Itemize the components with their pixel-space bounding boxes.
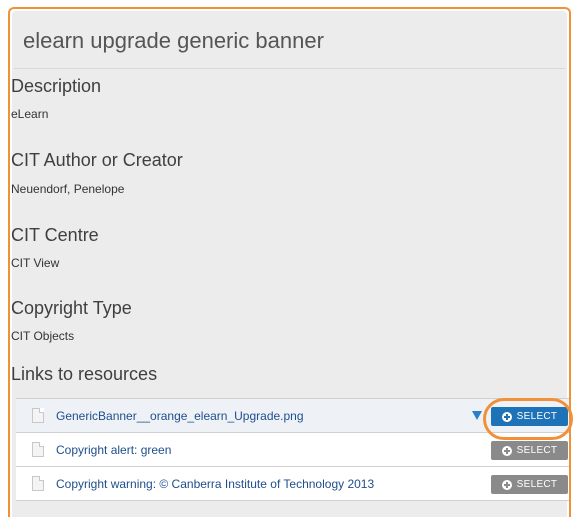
page-title: elearn upgrade generic banner	[23, 28, 324, 53]
list-item: GenericBanner__orange_elearn_Upgrade.png…	[16, 399, 569, 433]
field-value-centre: CIT View	[11, 256, 60, 270]
resource-list: GenericBanner__orange_elearn_Upgrade.png…	[16, 398, 569, 501]
plus-circle-icon	[501, 411, 512, 422]
document-icon	[32, 442, 44, 457]
select-button-label: SELECT	[516, 445, 558, 456]
title-divider	[14, 68, 565, 69]
field-label-copyright-type: Copyright Type	[11, 298, 132, 318]
resource-link[interactable]: GenericBanner__orange_elearn_Upgrade.png	[56, 409, 304, 423]
field-value-author: Neuendorf, Penelope	[11, 182, 125, 196]
document-icon	[32, 408, 44, 423]
field-value-copyright-type: CIT Objects	[11, 329, 75, 343]
plus-circle-icon	[501, 445, 512, 456]
plus-circle-icon	[501, 479, 512, 490]
select-button-label: SELECT	[516, 411, 558, 422]
list-item: Copyright alert: green SELECT	[16, 433, 569, 467]
resource-link[interactable]: Copyright alert: green	[56, 443, 171, 457]
document-icon	[32, 476, 44, 491]
expand-triangle-icon[interactable]	[472, 411, 482, 420]
select-button[interactable]: SELECT	[491, 441, 568, 460]
select-button[interactable]: SELECT	[491, 475, 568, 494]
select-button-label: SELECT	[516, 479, 558, 490]
field-label-description: Description	[11, 76, 102, 96]
list-item: Copyright warning: © Canberra Institute …	[16, 467, 569, 501]
field-label-centre: CIT Centre	[11, 225, 99, 245]
field-value-description: eLearn	[11, 107, 49, 121]
select-button[interactable]: SELECT	[491, 407, 568, 426]
field-label-author: CIT Author or Creator	[11, 150, 183, 170]
resource-link[interactable]: Copyright warning: © Canberra Institute …	[56, 477, 374, 491]
links-section-heading: Links to resources	[11, 364, 158, 384]
